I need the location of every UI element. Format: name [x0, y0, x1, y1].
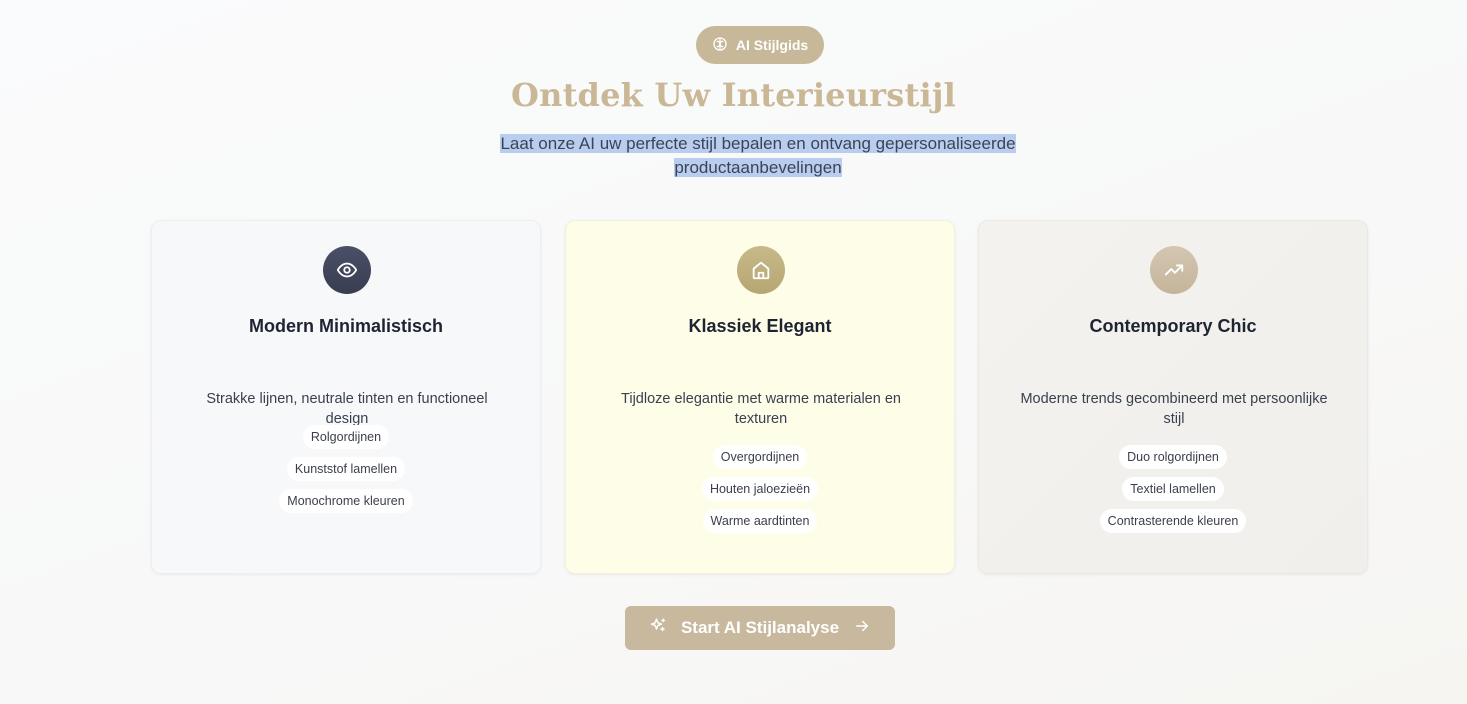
- style-card-contemporary-chic[interactable]: Contemporary Chic Moderne trends gecombi…: [978, 220, 1368, 574]
- page-title: Ontdek Uw Interieurstijl: [511, 76, 956, 114]
- sparkles-icon: [649, 617, 667, 640]
- page-subtitle: Laat onze AI uw perfecte stijl bepalen e…: [483, 132, 1033, 180]
- card-description: Tijdloze elegantie met warme materialen …: [621, 391, 901, 427]
- brain-icon: [712, 36, 728, 55]
- tag: Warme aardtinten: [702, 509, 818, 533]
- tag: Houten jaloezieën: [701, 477, 819, 501]
- style-guide-section: AI Stijlgids Ontdek Uw Interieurstijl La…: [0, 0, 1467, 704]
- card-title: Klassiek Elegant: [688, 316, 832, 336]
- style-card-klassiek-elegant[interactable]: Klassiek Elegant Tijdloze elegantie met …: [565, 220, 955, 574]
- tag: Overgordijnen: [712, 445, 808, 469]
- tag-list: Rolgordijnen Kunststof lamellen Monochro…: [152, 425, 540, 513]
- trending-up-icon: [1150, 246, 1198, 294]
- cta-label: Start AI Stijlanalyse: [680, 618, 840, 637]
- subtitle-line-2: productaanbevelingen: [674, 158, 842, 177]
- tag: Monochrome kleuren: [279, 489, 413, 513]
- style-card-modern-minimalistisch[interactable]: Modern Minimalistisch Strakke lijnen, ne…: [151, 220, 541, 574]
- arrow-right-icon: [853, 617, 871, 640]
- card-title: Contemporary Chic: [1089, 316, 1257, 336]
- tag-list: Duo rolgordijnen Textiel lamellen Contra…: [979, 445, 1367, 533]
- tag: Kunststof lamellen: [286, 457, 406, 481]
- tag: Textiel lamellen: [1122, 477, 1224, 501]
- tag: Contrasterende kleuren: [1099, 509, 1247, 533]
- ai-style-guide-badge: AI Stijlgids: [696, 26, 824, 64]
- card-description: Strakke lijnen, neutrale tinten en funct…: [206, 391, 488, 427]
- tag-list: Overgordijnen Houten jaloezieën Warme aa…: [566, 445, 954, 533]
- start-ai-style-analysis-button[interactable]: Start AI Stijlanalyse: [625, 606, 895, 650]
- subtitle-line-1: Laat onze AI uw perfecte stijl bepalen e…: [500, 134, 1016, 153]
- badge-label: AI Stijlgids: [735, 37, 809, 53]
- card-title: Modern Minimalistisch: [248, 316, 444, 336]
- card-description: Moderne trends gecombineerd met persoonl…: [1020, 391, 1328, 427]
- home-icon: [737, 246, 785, 294]
- eye-icon: [323, 246, 371, 294]
- tag: Duo rolgordijnen: [1119, 445, 1227, 469]
- tag: Rolgordijnen: [302, 425, 390, 449]
